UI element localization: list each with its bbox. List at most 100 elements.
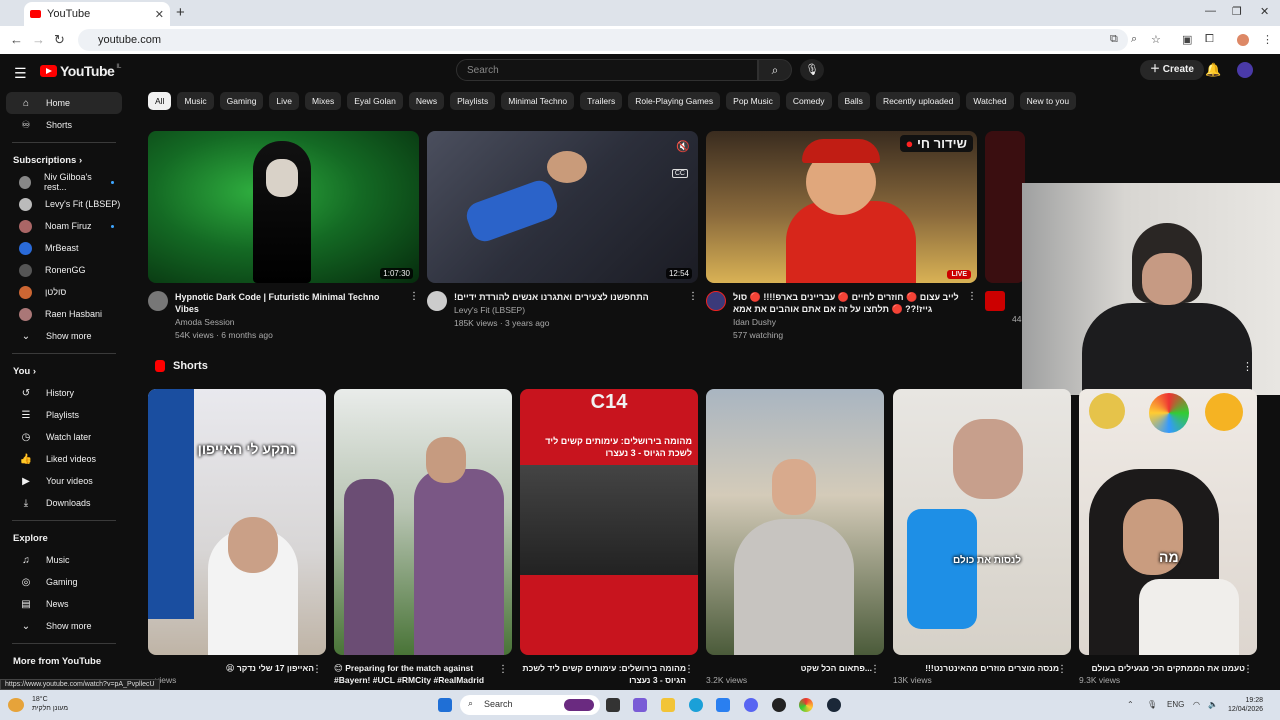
short-thumbnail[interactable]: מה: [1079, 389, 1257, 655]
taskbar-clock[interactable]: 19:28 12/04/2026: [1228, 696, 1263, 714]
close-tab-icon[interactable]: ✕: [155, 8, 164, 21]
forward-icon[interactable]: →: [32, 32, 45, 47]
widgets-icon[interactable]: [633, 698, 647, 712]
channel-avatar[interactable]: [148, 291, 168, 311]
short-card[interactable]: נתקע לי האייפון האייפון 17 שלי נדקר 😫 ..…: [148, 389, 326, 685]
sidebar-subscription-item[interactable]: Noam Firuz: [6, 215, 122, 237]
channel-avatar[interactable]: [985, 291, 1005, 311]
video-menu-icon[interactable]: ⋮: [963, 291, 977, 341]
zoom-icon[interactable]: ⌕: [1131, 33, 1137, 46]
taskbar-search[interactable]: ⌕ Search: [460, 695, 600, 715]
short-card[interactable]: 😊 Preparing for the match against #Bayer…: [334, 389, 512, 686]
menu-dots-icon[interactable]: ⋮: [1262, 33, 1273, 46]
hamburger-menu-icon[interactable]: ☰: [14, 65, 27, 82]
short-card[interactable]: מה טעמנו את הממתקים הכי מגעילים בעולם 9.…: [1079, 389, 1257, 685]
short-title[interactable]: מנסה מוצרים מוזרים מהאינטרנט!!!: [893, 662, 1071, 674]
task-view-icon[interactable]: [606, 698, 620, 712]
sidebar-item-home[interactable]: ⌂ Home: [6, 92, 122, 114]
wifi-icon[interactable]: ◠: [1193, 700, 1200, 709]
filter-chip[interactable]: Balls: [837, 92, 870, 110]
extension-icon[interactable]: ▣: [1182, 33, 1192, 46]
short-title[interactable]: 😊 Preparing for the match against #Bayer…: [334, 662, 512, 686]
bookmark-star-icon[interactable]: ☆: [1151, 33, 1161, 46]
sidebar-item-your-videos[interactable]: ▶ Your videos: [6, 470, 122, 492]
short-thumbnail[interactable]: נתקע לי האייפון: [148, 389, 326, 655]
weather-icon[interactable]: [8, 698, 24, 712]
short-title[interactable]: טעמנו את הממתקים הכי מגעילים בעולם: [1079, 662, 1257, 674]
sidebar-subscription-item[interactable]: RonenGG: [6, 259, 122, 281]
filter-chip[interactable]: Recently uploaded: [875, 92, 961, 110]
short-menu-icon[interactable]: ⋮: [498, 664, 508, 675]
create-button[interactable]: ＋ Create: [1140, 60, 1204, 80]
filter-chip[interactable]: Live: [269, 92, 300, 110]
channel-name[interactable]: Levy's Fit (LBSEP): [454, 304, 684, 316]
file-explorer-icon[interactable]: [661, 698, 675, 712]
filter-chip[interactable]: All: [148, 92, 172, 110]
weather-widget[interactable]: 18°C מעונן חלקית: [32, 695, 68, 713]
notifications-bell-icon[interactable]: 🔔: [1205, 62, 1221, 78]
app-icon[interactable]: [772, 698, 786, 712]
sidebar-subscription-item[interactable]: סולטן: [6, 281, 122, 303]
show-more-subscriptions-button[interactable]: ⌄ Show more: [6, 325, 122, 347]
youtube-logo[interactable]: YouTube IL: [40, 63, 121, 79]
video-thumbnail[interactable]: [985, 131, 1025, 283]
video-card[interactable]: 44: [985, 131, 1025, 325]
video-card[interactable]: 1:07:30 Hypnotic Dark Code | Futuristic …: [148, 131, 419, 341]
filter-chip[interactable]: Trailers: [580, 92, 623, 110]
video-title[interactable]: Hypnotic Dark Code | Futuristic Minimal …: [175, 291, 405, 315]
short-title[interactable]: האייפון 17 שלי נדקר 😫: [148, 662, 326, 674]
sidebar-subscription-item[interactable]: MrBeast: [6, 237, 122, 259]
channel-avatar[interactable]: [427, 291, 447, 311]
chrome-icon[interactable]: [799, 698, 813, 712]
mute-icon[interactable]: 🔇: [676, 140, 690, 153]
address-bar[interactable]: youtube.com: [78, 29, 1128, 51]
short-thumbnail[interactable]: [334, 389, 512, 655]
short-thumbnail[interactable]: [706, 389, 884, 655]
sidebar-item-music[interactable]: ♫ Music: [6, 549, 122, 571]
back-icon[interactable]: ←: [10, 32, 23, 47]
sidebar-item-downloads[interactable]: ⤓ Downloads: [6, 492, 122, 514]
sidebar-subscription-item[interactable]: Niv Gilboa's rest...: [6, 171, 122, 193]
you-heading[interactable]: You ›: [0, 360, 128, 382]
short-menu-icon[interactable]: ⋮: [684, 664, 694, 675]
short-menu-icon[interactable]: ⋮: [1057, 664, 1067, 675]
extensions-puzzle-icon[interactable]: ⧠: [1205, 33, 1214, 46]
steam-icon[interactable]: [827, 698, 841, 712]
filter-chip[interactable]: Eyal Golan: [347, 92, 403, 110]
filter-chip[interactable]: Playlists: [450, 92, 496, 110]
video-card[interactable]: שידור חי ● LIVE לייב עצום 🔴 חוזרים לחיים…: [706, 131, 977, 341]
voice-search-button[interactable]: 🎙: [800, 59, 824, 81]
channel-name[interactable]: Idan Dushy: [733, 316, 963, 328]
microphone-tray-icon[interactable]: 🎙: [1147, 700, 1157, 709]
filter-chip[interactable]: Gaming: [219, 92, 264, 110]
sidebar-item-news[interactable]: ▤ News: [6, 593, 122, 615]
video-menu-icon[interactable]: ⋮: [684, 291, 698, 329]
short-menu-icon[interactable]: ⋮: [870, 664, 880, 675]
short-thumbnail[interactable]: C14 מהומה בירושלים: עימותים קשים ליד לשכ…: [520, 389, 698, 655]
minimize-icon[interactable]: —: [1205, 5, 1216, 17]
short-card[interactable]: C14 מהומה בירושלים: עימותים קשים ליד לשכ…: [520, 389, 698, 686]
filter-chip[interactable]: Minimal Techno: [501, 92, 575, 110]
filter-chip[interactable]: Mixes: [305, 92, 342, 110]
search-button[interactable]: ⌕: [758, 59, 792, 81]
channel-name[interactable]: Amoda Session: [175, 316, 405, 328]
account-avatar[interactable]: [1237, 62, 1253, 78]
sidebar-item-gaming[interactable]: ◎ Gaming: [6, 571, 122, 593]
restore-icon[interactable]: ❐: [1232, 5, 1242, 18]
discord-icon[interactable]: [744, 698, 758, 712]
search-input[interactable]: Search: [456, 59, 758, 81]
filter-chip[interactable]: Watched: [966, 92, 1014, 110]
reload-icon[interactable]: ↻: [54, 32, 65, 48]
store-icon[interactable]: [716, 698, 730, 712]
sidebar-item-liked-videos[interactable]: 👍 Liked videos: [6, 448, 122, 470]
edge-icon[interactable]: [689, 698, 703, 712]
filter-chip[interactable]: Role-Playing Games: [628, 92, 721, 110]
volume-icon[interactable]: 🔈: [1208, 700, 1218, 709]
sidebar-item-history[interactable]: ↺ History: [6, 382, 122, 404]
sidebar-item-shorts[interactable]: ♾ Shorts: [6, 114, 122, 136]
filter-chip[interactable]: Music: [177, 92, 214, 110]
install-app-icon[interactable]: ⧉: [1110, 33, 1118, 46]
subscriptions-heading[interactable]: Subscriptions ›: [0, 149, 128, 171]
filter-chip[interactable]: New to you: [1019, 92, 1077, 110]
sidebar-subscription-item[interactable]: Levy's Fit (LBSEP): [6, 193, 122, 215]
